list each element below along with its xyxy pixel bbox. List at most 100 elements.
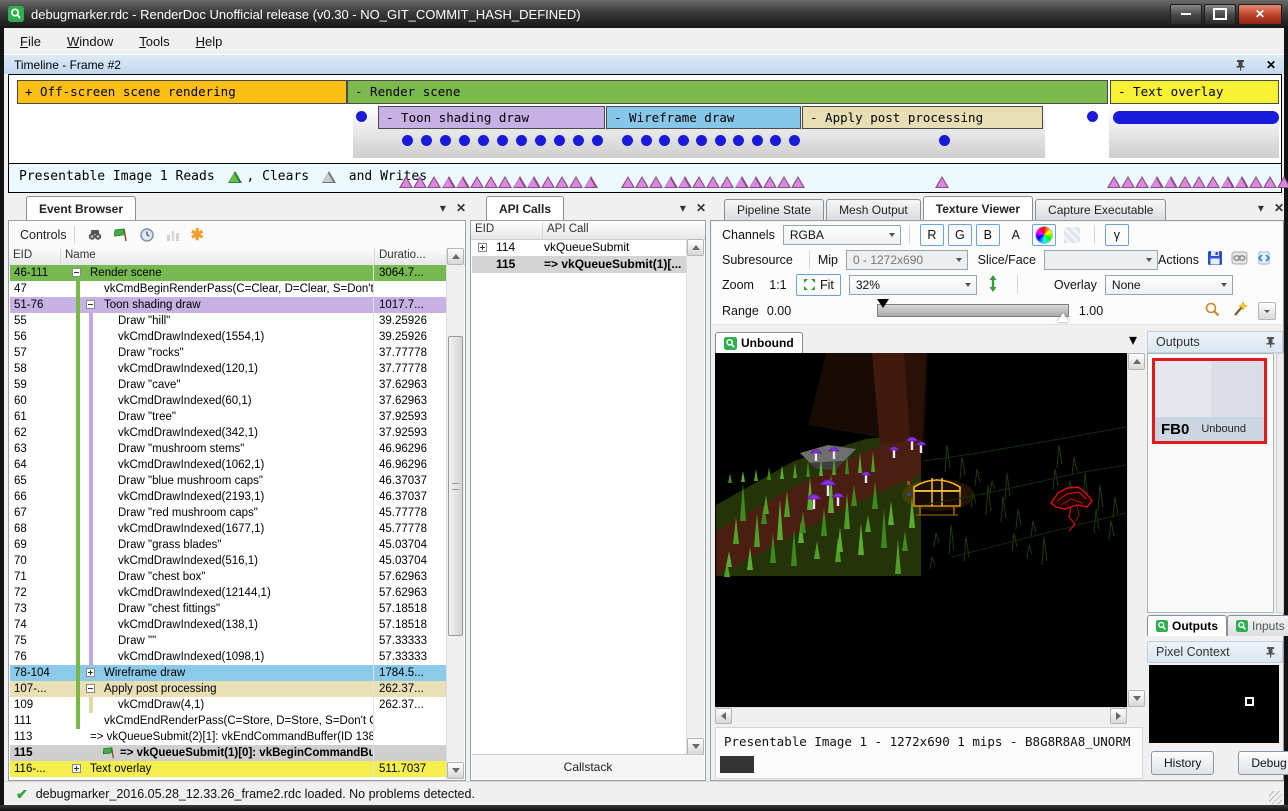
maximize-button[interactable] [1204,4,1236,25]
pin-icon[interactable] [1265,336,1276,348]
usage-triangle-marker[interactable] [1150,176,1164,188]
usage-triangle-marker[interactable] [1107,176,1121,188]
timeline-event-dot[interactable] [770,135,781,146]
zoom-level-combo[interactable]: 32% [849,275,977,295]
timeline-event-dot[interactable] [678,135,689,146]
texture-hscrollbar[interactable] [715,707,1127,724]
event-row[interactable]: 73Draw "chest fittings"57.18518 [10,601,447,617]
event-browser-tree[interactable]: 46-111Render scene3064.7...47vkCmdBeginR… [10,265,447,779]
event-browser-close-icon[interactable]: ✕ [456,201,466,215]
tab-pipeline-state[interactable]: Pipeline State [724,199,824,220]
usage-triangle-marker[interactable] [777,176,791,188]
timeline-marker-bar[interactable]: - Toon shading draw [378,106,605,129]
timeline-event-dot[interactable] [592,135,603,146]
event-row[interactable]: 47vkCmdBeginRenderPass(C=Clear, D=Clear,… [10,281,447,297]
timeline-event-dot[interactable] [696,135,707,146]
range-slider[interactable] [877,304,1069,317]
menu-item-tools[interactable]: Tools [129,31,179,52]
menu-item-file[interactable]: File [10,31,51,52]
alpha-background-toggle[interactable] [1060,224,1084,246]
event-row[interactable]: 78-104Wireframe draw1784.5... [10,665,447,681]
menu-item-help[interactable]: Help [186,31,233,52]
timeline-event-dot[interactable] [715,135,726,146]
timeline-graph[interactable]: + Off-screen scene rendering- Render sce… [8,74,1282,164]
channel-alpha-toggle[interactable]: A [1004,224,1028,246]
channels-select[interactable]: RGBA [783,225,901,245]
usage-triangle-marker[interactable] [555,176,569,188]
usage-triangle-marker[interactable] [1221,176,1235,188]
event-row[interactable]: 67Draw "red mushroom caps"45.77778 [10,505,447,521]
api-call-row[interactable]: 115=> vkQueueSubmit(1)[... [472,256,687,273]
usage-triangle-marker[interactable] [470,176,484,188]
usage-triangle-marker[interactable] [1178,176,1192,188]
tree-expander[interactable] [86,300,95,309]
tab-mesh-output[interactable]: Mesh Output [826,199,921,220]
output-thumbnail-fb0[interactable]: FB0 Unbound [1152,358,1267,444]
usage-triangle-marker[interactable] [706,176,720,188]
time-events-icon[interactable] [139,227,155,243]
api-calls-close-icon[interactable]: ✕ [696,201,706,215]
usage-triangle-marker[interactable] [569,176,583,188]
save-texture-icon[interactable] [1207,250,1223,269]
timeline-event-dot[interactable] [497,135,508,146]
tab-inputs[interactable]: Inputs [1227,615,1288,636]
slice-face-select[interactable] [1044,250,1158,270]
bookmark-star-icon[interactable]: ✱ [191,225,204,245]
event-row[interactable]: 56vkCmdDrawIndexed(1554,1)39.25926 [10,329,447,345]
usage-triangle-marker[interactable] [621,176,635,188]
timeline-event-dot[interactable] [573,135,584,146]
usage-triangle-marker[interactable] [442,176,456,188]
event-row[interactable]: 51-76Toon shading draw1017.7... [10,297,447,313]
usage-triangle-marker[interactable] [527,176,541,188]
usage-triangle-marker[interactable] [1235,176,1249,188]
usage-triangle-marker[interactable] [635,176,649,188]
timeline-event-dot[interactable] [516,135,527,146]
timeline-event-dot[interactable] [459,135,470,146]
history-button[interactable]: History [1151,751,1214,775]
timeline-event-dot[interactable] [440,135,451,146]
usage-triangle-marker[interactable] [692,176,706,188]
api-calls-list[interactable]: 114vkQueueSubmit115=> vkQueueSubmit(1)[.… [472,239,687,273]
tree-expander[interactable] [72,764,81,773]
texture-image[interactable] [715,353,1127,707]
pixel-context-view[interactable] [1149,665,1279,743]
event-browser-menu-icon[interactable]: ▾ [440,201,446,215]
event-row[interactable]: 116-...Text overlay511.7037 [10,761,447,777]
usage-triangle-marker[interactable] [664,176,678,188]
tree-expander[interactable] [72,268,81,277]
range-black-point-handle[interactable] [877,299,889,308]
tree-expander[interactable] [86,668,95,677]
usage-triangle-marker[interactable] [720,176,734,188]
mip-select[interactable]: 0 - 1272x690 [846,250,968,270]
event-row[interactable]: 64vkCmdDrawIndexed(1062,1)46.96296 [10,457,447,473]
usage-triangle-marker[interactable] [399,176,413,188]
color-wheel-toggle[interactable] [1032,224,1056,246]
resize-grip[interactable] [1269,791,1282,804]
api-calls-column-header[interactable]: EID API Call [471,222,705,240]
texture-list-menu-icon[interactable]: ▾ [1129,330,1137,353]
usage-triangle-marker[interactable] [498,176,512,188]
tab-api-calls[interactable]: API Calls [486,196,564,220]
open-link-icon[interactable] [1231,251,1248,268]
usage-triangle-marker[interactable] [322,171,336,183]
timeline-event-dot[interactable] [622,135,633,146]
pin-icon[interactable] [1265,646,1276,658]
range-min-value[interactable]: 0.00 [767,304,877,318]
range-max-value[interactable]: 1.00 [1079,304,1169,318]
timeline-event-dot[interactable] [789,135,800,146]
usage-triangle-marker[interactable] [1192,176,1206,188]
outputs-scrollbar[interactable] [1276,353,1284,613]
usage-triangle-marker[interactable] [228,171,242,183]
timeline-resource-usage[interactable]: Presentable Image 1 Reads , Clears and W… [8,163,1282,193]
tab-outputs[interactable]: Outputs [1147,615,1227,636]
event-row[interactable]: 70vkCmdDrawIndexed(516,1)45.03704 [10,553,447,569]
event-row[interactable]: 69Draw "grass blades"45.03704 [10,537,447,553]
event-row[interactable]: 74vkCmdDrawIndexed(138,1)57.18518 [10,617,447,633]
range-wand-icon[interactable] [1231,301,1248,321]
usage-triangle-marker[interactable] [1263,176,1277,188]
debug-button[interactable]: Debug [1238,751,1288,775]
usage-triangle-marker[interactable] [584,176,598,188]
tab-current-texture[interactable]: Unbound [715,332,803,353]
usage-triangle-marker[interactable] [1121,176,1135,188]
usage-triangle-marker[interactable] [541,176,555,188]
